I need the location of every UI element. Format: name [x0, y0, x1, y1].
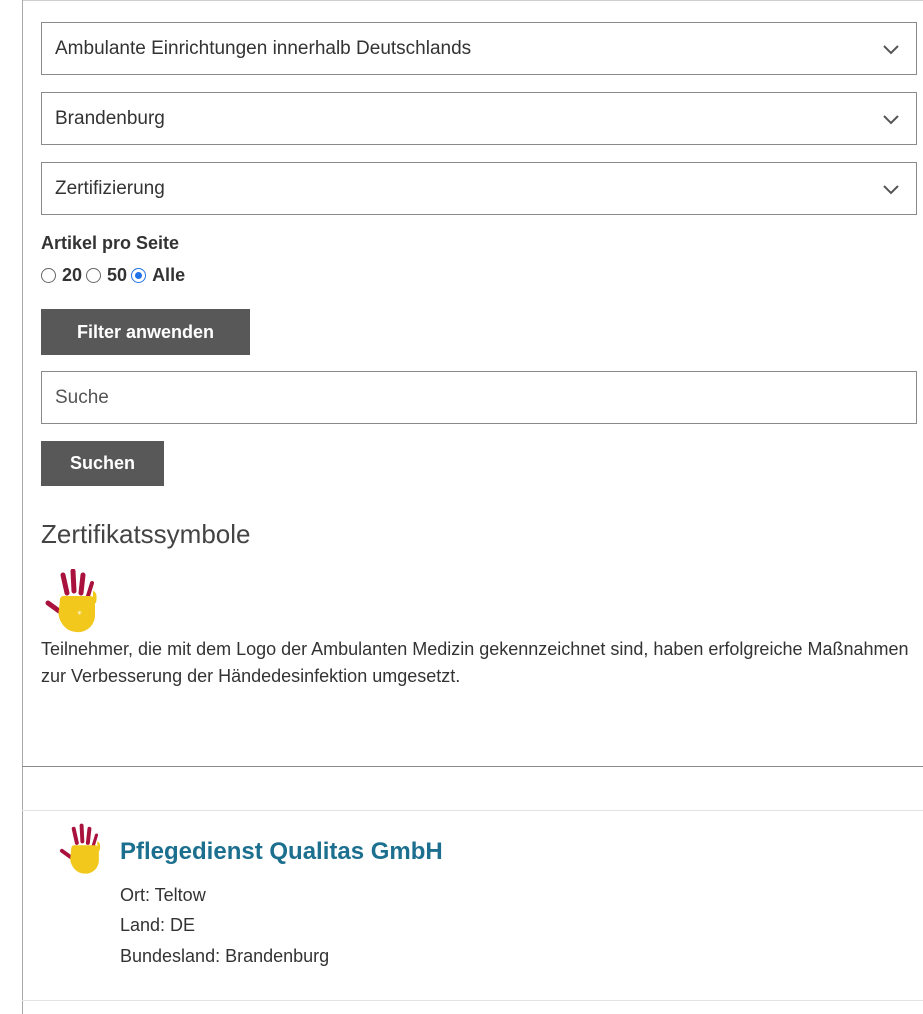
symbol-description: Teilnehmer, die mit dem Logo der Ambulan…: [41, 639, 909, 686]
radio-option-alle[interactable]: Alle: [131, 265, 185, 286]
items-per-page-label: Artikel pro Seite: [41, 233, 180, 253]
hand-print-logo-icon: [59, 823, 101, 874]
radio-button[interactable]: [86, 268, 102, 283]
radio-option-50[interactable]: 50: [86, 265, 127, 286]
divider: [22, 1000, 923, 1001]
hand-print-logo-icon: ✳: [45, 569, 97, 633]
result-state: Bundesland: Brandenburg: [120, 946, 330, 966]
svg-text:✳: ✳: [77, 610, 82, 617]
chevron-down-icon: [883, 44, 899, 54]
section-title: Zertifikatssymbole: [41, 519, 251, 549]
result-city: Ort: Teltow: [120, 885, 206, 905]
divider: [22, 766, 923, 767]
divider: [22, 810, 923, 811]
radio-button[interactable]: [41, 268, 56, 283]
items-per-page-options: 20 50 Alle: [41, 265, 189, 286]
radio-label: Alle: [152, 265, 186, 285]
chevron-down-icon: [883, 114, 899, 124]
radio-button-selected[interactable]: [131, 268, 147, 283]
state-select-value: Brandenburg: [55, 107, 165, 129]
radio-label: 20: [62, 265, 83, 285]
type-select-value: Zertifizierung: [55, 177, 165, 199]
type-select[interactable]: Zertifizierung: [41, 162, 917, 215]
result-country: Land: DE: [120, 915, 196, 935]
radio-label: 50: [107, 265, 128, 285]
apply-filter-button[interactable]: Filter anwenden: [41, 309, 250, 355]
state-select[interactable]: Brandenburg: [41, 92, 917, 145]
region-select-value: Ambulante Einrichtungen innerhalb Deutsc…: [55, 37, 472, 59]
search-button[interactable]: Suchen: [41, 441, 164, 486]
region-select[interactable]: Ambulante Einrichtungen innerhalb Deutsc…: [41, 22, 917, 75]
result-title-link[interactable]: Pflegedienst Qualitas GmbH: [120, 838, 443, 866]
chevron-down-icon: [883, 184, 899, 194]
search-input[interactable]: [41, 371, 917, 424]
radio-option-20[interactable]: 20: [41, 265, 82, 286]
